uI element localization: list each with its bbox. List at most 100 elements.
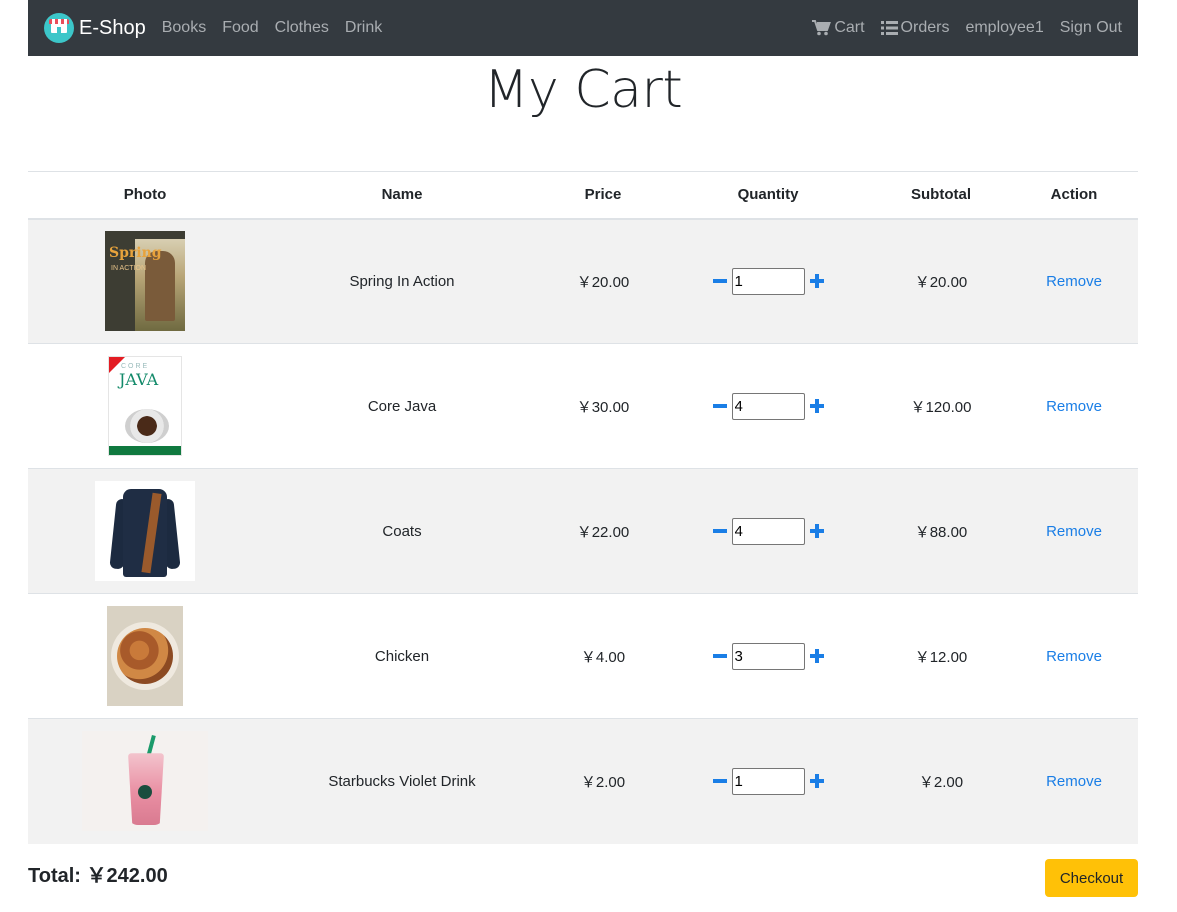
product-subtotal: ￥20.00 [872, 218, 1010, 344]
list-icon [880, 21, 898, 35]
photo-cell: Spring IN ACTION [28, 218, 262, 344]
total-label: Total: [28, 865, 81, 887]
nav-books[interactable]: Books [162, 19, 206, 37]
product-price: ￥22.00 [542, 468, 664, 594]
remove-link[interactable]: Remove [1046, 523, 1102, 540]
photo-cell [28, 718, 262, 844]
photo-cell [28, 468, 262, 594]
product-name: Core Java [262, 343, 542, 469]
plus-icon[interactable] [808, 272, 826, 290]
product-price: ￥4.00 [542, 593, 664, 719]
product-photo[interactable]: CORE JAVA [108, 356, 182, 456]
table-header-row: Photo Name Price Quantity Subtotal Actio… [28, 171, 1138, 220]
quantity-cell [664, 718, 872, 844]
product-price: ￥20.00 [542, 218, 664, 344]
photo-cell: CORE JAVA [28, 343, 262, 469]
cover-subtitle: IN ACTION [111, 265, 147, 273]
nav-food[interactable]: Food [222, 19, 258, 37]
cover-title: JAVA [119, 370, 159, 389]
product-subtotal: ￥2.00 [872, 718, 1010, 844]
quantity-stepper [711, 767, 826, 795]
product-subtotal: ￥12.00 [872, 593, 1010, 719]
quantity-stepper [711, 642, 826, 670]
action-cell: Remove [1010, 218, 1138, 344]
nav-cart[interactable]: Cart [812, 19, 865, 37]
remove-link[interactable]: Remove [1046, 773, 1102, 790]
shop-logo-icon [44, 13, 74, 43]
product-name: Chicken [262, 593, 542, 719]
minus-icon[interactable] [711, 647, 729, 665]
cover-title: Spring [109, 245, 162, 262]
minus-icon[interactable] [711, 397, 729, 415]
product-photo[interactable]: Spring IN ACTION [105, 231, 185, 332]
product-photo[interactable] [95, 481, 195, 581]
quantity-input[interactable] [731, 642, 805, 670]
table-row: Starbucks Violet Drink ￥2.00 ￥2.00 Remov… [28, 718, 1138, 844]
quantity-stepper [711, 517, 826, 545]
nav-clothes[interactable]: Clothes [275, 19, 329, 37]
product-subtotal: ￥120.00 [872, 343, 1010, 469]
remove-link[interactable]: Remove [1046, 273, 1102, 290]
minus-icon[interactable] [711, 772, 729, 790]
quantity-input[interactable] [731, 392, 805, 420]
header-quantity: Quantity [664, 171, 872, 220]
table-row: CORE JAVA Core Java ￥30.00 ￥120.00 Remov… [28, 343, 1138, 469]
plus-icon[interactable] [808, 647, 826, 665]
navbar: E-Shop Books Food Clothes Drink Cart Ord… [28, 0, 1138, 56]
nav-drink[interactable]: Drink [345, 19, 382, 37]
action-cell: Remove [1010, 468, 1138, 594]
product-price: ￥2.00 [542, 718, 664, 844]
quantity-stepper [711, 392, 826, 420]
product-name: Coats [262, 468, 542, 594]
table-row: Spring IN ACTION Spring In Action ￥20.00… [28, 218, 1138, 344]
nav-orders-label: Orders [900, 19, 950, 36]
nav-orders[interactable]: Orders [880, 19, 950, 37]
action-cell: Remove [1010, 718, 1138, 844]
remove-link[interactable]: Remove [1046, 648, 1102, 665]
header-subtotal: Subtotal [872, 171, 1010, 220]
plus-icon[interactable] [808, 772, 826, 790]
quantity-cell [664, 593, 872, 719]
total-value: ￥242.00 [86, 865, 168, 887]
category-nav: Books Food Clothes Drink [162, 19, 399, 37]
remove-link[interactable]: Remove [1046, 398, 1102, 415]
checkout-button[interactable]: Checkout [1045, 859, 1138, 897]
action-cell: Remove [1010, 593, 1138, 719]
brand[interactable]: E-Shop [44, 13, 146, 43]
cart-icon [812, 20, 832, 36]
nav-username[interactable]: employee1 [965, 19, 1043, 37]
cover-title-prefix: CORE [121, 363, 150, 370]
nav-cart-label: Cart [834, 19, 865, 36]
cart-total: Total: ￥242.00 [28, 859, 168, 888]
minus-icon[interactable] [711, 272, 729, 290]
minus-icon[interactable] [711, 522, 729, 540]
quantity-cell [664, 468, 872, 594]
table-row: Chicken ￥4.00 ￥12.00 Remove [28, 593, 1138, 719]
header-action: Action [1010, 171, 1138, 220]
product-subtotal: ￥88.00 [872, 468, 1010, 594]
table-row: Coats ￥22.00 ￥88.00 Remove [28, 468, 1138, 594]
header-name: Name [262, 171, 542, 220]
nav-signout[interactable]: Sign Out [1060, 19, 1122, 37]
product-photo[interactable] [107, 606, 183, 706]
quantity-input[interactable] [731, 767, 805, 795]
cart-table: Photo Name Price Quantity Subtotal Actio… [28, 171, 1138, 844]
product-name: Starbucks Violet Drink [262, 718, 542, 844]
quantity-stepper [711, 267, 826, 295]
plus-icon[interactable] [808, 522, 826, 540]
header-photo: Photo [28, 171, 262, 220]
quantity-cell [664, 343, 872, 469]
page-title: My Cart [483, 60, 683, 120]
product-name: Spring In Action [262, 218, 542, 344]
quantity-input[interactable] [731, 517, 805, 545]
action-cell: Remove [1010, 343, 1138, 469]
plus-icon[interactable] [808, 397, 826, 415]
product-price: ￥30.00 [542, 343, 664, 469]
photo-cell [28, 593, 262, 719]
quantity-cell [664, 218, 872, 344]
brand-name: E-Shop [79, 16, 146, 39]
user-nav: Cart Orders employee1 Sign Out [796, 19, 1122, 37]
product-photo[interactable] [82, 731, 208, 832]
quantity-input[interactable] [731, 267, 805, 295]
header-price: Price [542, 171, 664, 220]
